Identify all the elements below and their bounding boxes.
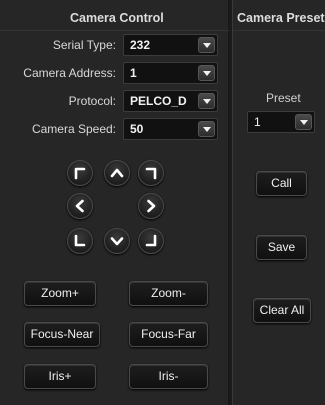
- arrow-right-icon: [147, 199, 156, 213]
- clear-all-presets-button[interactable]: Clear All: [253, 298, 311, 323]
- title-divider: [0, 30, 229, 31]
- protocol-value: PELCO_D: [130, 94, 187, 108]
- serial-type-select[interactable]: 232: [123, 34, 218, 56]
- camera-control-panel: Camera Control Serial Type: 232 Camera A…: [0, 0, 229, 405]
- chevron-down-icon[interactable]: [198, 121, 215, 137]
- camera-address-value: 1: [130, 66, 137, 80]
- tilt-down-button[interactable]: [104, 228, 130, 254]
- protocol-select[interactable]: PELCO_D: [123, 90, 218, 112]
- arrow-up-icon: [110, 168, 124, 178]
- chevron-down-icon[interactable]: [295, 114, 312, 130]
- camera-address-label: Camera Address:: [23, 66, 116, 80]
- arrow-up-right-icon: [145, 167, 157, 180]
- serial-type-label: Serial Type:: [52, 38, 116, 52]
- camera-address-select[interactable]: 1: [123, 62, 218, 84]
- preset-value: 1: [254, 115, 261, 129]
- arrow-up-left-icon: [74, 167, 86, 180]
- camera-presets-title: Camera Presets: [237, 11, 325, 25]
- zoom-out-button[interactable]: Zoom-: [129, 281, 208, 306]
- pan-down-left-button[interactable]: [67, 228, 93, 254]
- chevron-down-icon[interactable]: [198, 37, 215, 53]
- title-divider: [233, 30, 325, 31]
- preset-label: Preset: [266, 91, 301, 105]
- pan-up-left-button[interactable]: [67, 160, 93, 186]
- arrow-left-icon: [75, 199, 84, 213]
- tilt-up-button[interactable]: [104, 160, 130, 186]
- call-preset-button[interactable]: Call: [256, 171, 307, 196]
- pan-right-button[interactable]: [138, 193, 164, 219]
- zoom-in-button[interactable]: Zoom+: [24, 281, 96, 306]
- iris-open-button[interactable]: Iris+: [24, 364, 96, 389]
- chevron-down-icon[interactable]: [198, 65, 215, 81]
- chevron-down-icon[interactable]: [198, 93, 215, 109]
- arrow-down-left-icon: [74, 234, 86, 247]
- camera-speed-label: Camera Speed:: [31, 122, 116, 136]
- save-preset-button[interactable]: Save: [256, 235, 307, 260]
- pan-down-right-button[interactable]: [138, 228, 164, 254]
- protocol-label: Protocol:: [68, 94, 116, 108]
- preset-select[interactable]: 1: [247, 111, 315, 133]
- iris-close-button[interactable]: Iris-: [129, 364, 208, 389]
- arrow-down-right-icon: [145, 234, 157, 247]
- pan-left-button[interactable]: [67, 193, 93, 219]
- arrow-down-icon: [110, 237, 124, 246]
- focus-far-button[interactable]: Focus-Far: [129, 322, 208, 347]
- camera-speed-select[interactable]: 50: [123, 118, 218, 140]
- serial-type-value: 232: [130, 38, 151, 52]
- camera-speed-value: 50: [130, 122, 144, 136]
- focus-near-button[interactable]: Focus-Near: [24, 322, 100, 347]
- pan-up-right-button[interactable]: [138, 160, 164, 186]
- camera-presets-panel: Camera Presets Preset 1 Call Save Clear …: [232, 0, 325, 405]
- camera-control-title: Camera Control: [70, 11, 164, 25]
